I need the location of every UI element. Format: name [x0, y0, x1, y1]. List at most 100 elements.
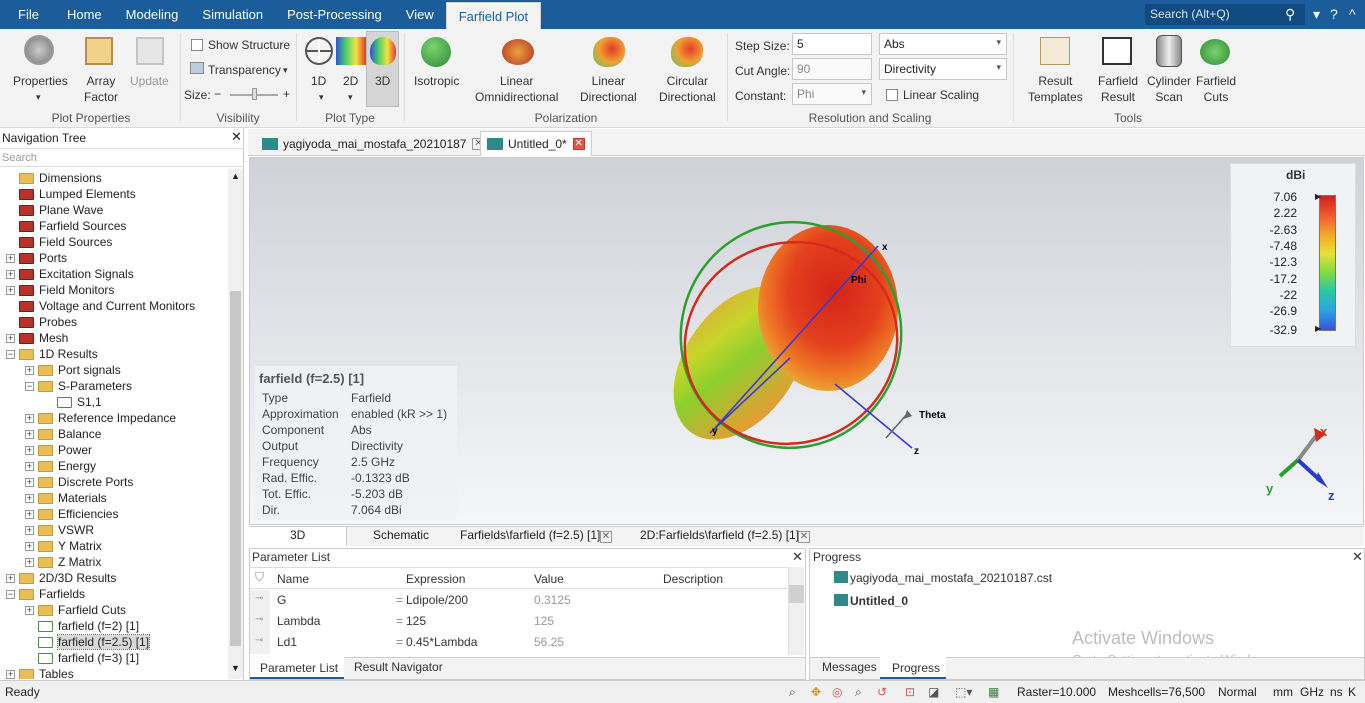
size-decrease-button[interactable]: −: [214, 86, 221, 102]
isotropic-icon[interactable]: [421, 37, 451, 67]
output-select[interactable]: Directivity: [879, 58, 1007, 80]
column-header[interactable]: Value: [534, 572, 564, 586]
tab-progress[interactable]: Progress: [892, 661, 940, 675]
close-icon[interactable]: ✕: [231, 129, 242, 145]
menu-home[interactable]: Home: [51, 0, 114, 29]
tree-item[interactable]: + Farfield Cuts: [25, 602, 126, 618]
result-templates-button[interactable]: Result Templates: [1028, 73, 1083, 105]
tree-item[interactable]: farfield (f=3) [1]: [25, 650, 139, 666]
tree-item[interactable]: Probes: [6, 314, 77, 330]
component-select[interactable]: Abs: [879, 33, 1007, 55]
tree-item[interactable]: farfield (f=2.5) [1]: [25, 634, 151, 650]
properties-icon[interactable]: [24, 35, 54, 65]
tab-result-navigator[interactable]: Result Navigator: [354, 660, 443, 674]
update-icon[interactable]: [136, 37, 164, 65]
close-icon[interactable]: ✕: [792, 549, 803, 565]
linear-directional-icon[interactable]: [593, 37, 625, 67]
size-slider-thumb[interactable]: [252, 88, 257, 100]
result-templates-icon[interactable]: [1040, 37, 1070, 65]
param-scrollbar[interactable]: [788, 567, 804, 655]
section-view-icon[interactable]: ◪: [928, 685, 939, 699]
plot-1d-button[interactable]: 1D: [311, 73, 326, 89]
expand-icon[interactable]: +: [25, 461, 34, 471]
farfield-result-button[interactable]: Farfield Result: [1098, 73, 1138, 105]
expand-icon[interactable]: +: [6, 285, 15, 295]
chevron-down-icon[interactable]: ▾: [283, 62, 288, 78]
progress-item[interactable]: yagiyoda_mai_mostafa_20210187.cst: [850, 571, 1052, 585]
tree-item[interactable]: + Balance: [25, 426, 101, 442]
tree-item[interactable]: + VSWR: [25, 522, 94, 538]
tab-2d-farfield[interactable]: 2D:Farfields\farfield (f=2.5) [1]: [640, 528, 799, 542]
transparency-icon[interactable]: [190, 62, 204, 74]
column-header[interactable]: Description: [663, 572, 723, 586]
array-factor-icon[interactable]: [85, 37, 113, 65]
rotate-icon[interactable]: ◎: [832, 685, 842, 699]
pan-icon[interactable]: ✥: [811, 685, 821, 699]
expand-icon[interactable]: +: [25, 493, 34, 503]
show-structure-checkbox[interactable]: [191, 39, 203, 51]
expand-icon[interactable]: +: [25, 541, 34, 551]
tree-item[interactable]: S1,1: [44, 394, 102, 410]
param-name[interactable]: Lambda: [277, 614, 320, 628]
menu-modeling[interactable]: Modeling: [114, 0, 191, 29]
filter-icon[interactable]: ⛉: [255, 570, 264, 585]
param-expression[interactable]: Ldipole/200: [406, 593, 468, 607]
tree-item[interactable]: − 1D Results: [6, 346, 98, 362]
update-button[interactable]: Update: [130, 73, 169, 89]
tree-item[interactable]: + Tables: [6, 666, 74, 679]
tree-item[interactable]: + Excitation Signals: [6, 266, 134, 282]
menu-file[interactable]: File: [0, 0, 51, 29]
tree-item[interactable]: + Power: [25, 442, 92, 458]
progress-item[interactable]: Untitled_0: [850, 594, 908, 608]
column-header[interactable]: Expression: [406, 572, 465, 586]
chevron-down-icon[interactable]: ▾: [36, 89, 41, 105]
expand-icon[interactable]: +: [25, 557, 34, 567]
circular-directional-button[interactable]: Circular Directional: [659, 73, 716, 105]
tree-item[interactable]: Farfield Sources: [6, 218, 126, 234]
tree-item[interactable]: + Energy: [25, 458, 96, 474]
tree-item[interactable]: +2D/3D Results: [6, 570, 116, 586]
param-expression[interactable]: 125: [406, 614, 426, 628]
isotropic-button[interactable]: Isotropic: [414, 73, 459, 89]
farfield-cuts-button[interactable]: Farfield Cuts: [1196, 73, 1236, 105]
expand-icon[interactable]: +: [25, 605, 34, 615]
expand-icon[interactable]: +: [6, 333, 15, 343]
expand-icon[interactable]: +: [25, 413, 34, 423]
collapse-icon[interactable]: −: [25, 381, 34, 391]
tree-item[interactable]: + Efficiencies: [25, 506, 118, 522]
properties-button[interactable]: Properties: [13, 73, 68, 89]
tree-item[interactable]: Lumped Elements: [6, 186, 136, 202]
menu-view[interactable]: View: [394, 0, 446, 29]
tree-item[interactable]: Field Sources: [6, 234, 112, 250]
size-increase-button[interactable]: +: [283, 86, 290, 102]
expand-icon[interactable]: +: [25, 429, 34, 439]
farfield-result-icon[interactable]: [1102, 37, 1132, 65]
chevron-down-icon[interactable]: ▾: [348, 89, 353, 105]
status-mode[interactable]: Normal: [1218, 685, 1257, 699]
tab-yagiyoda[interactable]: yagiyoda_mai_mostafa_20210187 ✕: [256, 131, 490, 156]
farfield-cuts-icon[interactable]: [1200, 39, 1230, 65]
expand-icon[interactable]: +: [6, 253, 15, 263]
circular-directional-icon[interactable]: [671, 37, 703, 67]
help-icon[interactable]: ?: [1330, 6, 1338, 22]
close-icon[interactable]: ✕: [572, 138, 585, 150]
tab-3d[interactable]: 3D: [290, 528, 305, 542]
param-scrollbar-thumb[interactable]: [789, 585, 804, 603]
expand-icon[interactable]: +: [6, 269, 15, 279]
tree-item[interactable]: Dimensions: [6, 170, 102, 186]
collapse-icon[interactable]: −: [6, 589, 15, 599]
linear-omnidirectional-button[interactable]: Linear Omnidirectional: [475, 73, 558, 105]
chevron-down-icon[interactable]: ▾: [319, 89, 324, 105]
cylinder-scan-button[interactable]: Cylinder Scan: [1147, 73, 1191, 105]
tree-item[interactable]: − Farfields: [6, 586, 85, 602]
view-options-icon[interactable]: ⬚▾: [955, 685, 972, 699]
tree-item[interactable]: + Field Monitors: [6, 282, 114, 298]
tab-schematic[interactable]: Schematic: [373, 528, 429, 542]
tree-item[interactable]: + Materials: [25, 490, 107, 506]
tree-item[interactable]: − S-Parameters: [25, 378, 132, 394]
tree-item[interactable]: Voltage and Current Monitors: [6, 298, 195, 314]
tab-untitled[interactable]: Untitled_0* ✕: [480, 131, 592, 156]
plot-2d-icon[interactable]: [336, 37, 366, 65]
column-header[interactable]: Name: [277, 572, 309, 586]
expand-icon[interactable]: +: [25, 509, 34, 519]
